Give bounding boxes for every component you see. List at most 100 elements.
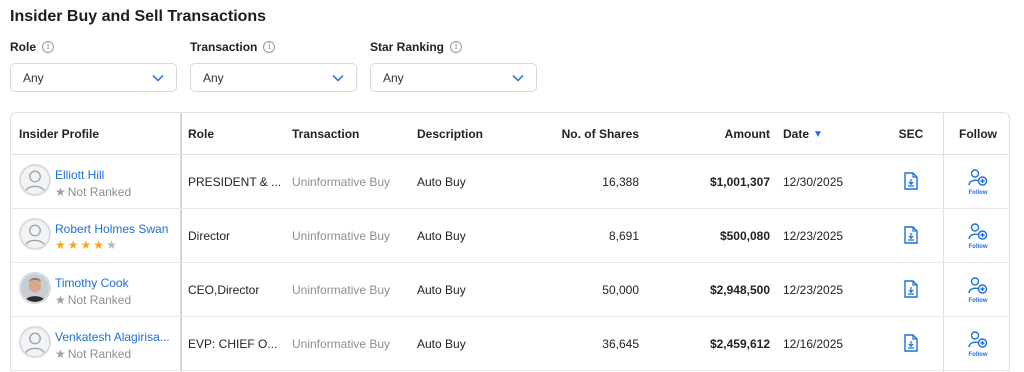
header-description[interactable]: Description <box>417 113 517 155</box>
star-icon: ★ <box>55 185 66 199</box>
role-cell: EVP: CHIEF O... <box>188 337 278 351</box>
add-user-icon <box>968 222 988 243</box>
insider-name-link[interactable]: Venkatesh Alagirisa... <box>55 330 170 344</box>
star-ranking-select-value: Any <box>383 70 404 85</box>
description-cell: Auto Buy <box>417 337 466 351</box>
insider-name-link[interactable]: Timothy Cook <box>55 276 129 290</box>
transaction-cell: Uninformative Buy <box>292 175 391 189</box>
transaction-filter: Transaction i Any <box>190 40 357 92</box>
star-icon: ★ <box>80 238 92 252</box>
role-select[interactable]: Any <box>10 63 177 92</box>
amount-cell: $500,080 <box>719 229 770 243</box>
follow-button[interactable]: Follow <box>945 317 1009 371</box>
star-icon: ★ <box>55 293 66 307</box>
header-date-label: Date <box>783 127 810 141</box>
date-cell: 12/30/2025 <box>783 175 844 189</box>
description-cell: Auto Buy <box>417 175 466 189</box>
header-insider-profile: Insider Profile <box>19 127 100 141</box>
add-user-icon <box>968 168 988 189</box>
role-select-value: Any <box>23 70 44 85</box>
header-transaction[interactable]: Transaction <box>292 113 402 155</box>
follow-label: Follow <box>968 352 988 358</box>
table-row: Robert Holmes Swan ★ ★ ★ ★ ★ Director Uninforma… <box>11 209 1009 263</box>
follow-label: Follow <box>968 190 988 196</box>
sec-filing-button[interactable] <box>881 317 941 371</box>
role-filter: Role i Any <box>10 40 177 92</box>
add-user-icon <box>968 276 988 297</box>
star-icon: ★ <box>93 238 105 252</box>
star-ranking-select[interactable]: Any <box>370 63 537 92</box>
rank-text: Not Ranked <box>67 347 132 361</box>
amount-cell: $2,948,500 <box>709 283 770 297</box>
avatar[interactable] <box>19 326 51 358</box>
document-download-icon <box>904 333 918 355</box>
avatar[interactable] <box>19 164 51 196</box>
info-icon[interactable]: i <box>450 41 463 53</box>
star-ranking: ★ Not Ranked <box>55 347 131 361</box>
avatar[interactable] <box>19 272 51 304</box>
chevron-down-icon <box>512 74 524 82</box>
page-title: Insider Buy and Sell Transactions <box>10 8 267 25</box>
role-cell: Director <box>188 229 231 243</box>
info-icon[interactable]: i <box>42 41 55 53</box>
shares-cell: 16,388 <box>602 175 639 189</box>
header-sec: SEC <box>898 127 924 141</box>
transaction-select-value: Any <box>203 70 224 85</box>
transaction-select[interactable]: Any <box>190 63 357 92</box>
transaction-cell: Uninformative Buy <box>292 337 391 351</box>
table-row: Timothy Cook ★ Not Ranked CEO,Director Uninf… <box>11 263 1009 317</box>
amount-cell: $2,459,612 <box>709 337 770 351</box>
sec-filing-button[interactable] <box>881 209 941 263</box>
star-ranking: ★ Not Ranked <box>55 293 131 307</box>
star-ranking-filter-label: Star Ranking <box>370 40 445 54</box>
sec-filing-button[interactable] <box>881 155 941 209</box>
date-cell: 12/23/2025 <box>783 283 844 297</box>
star-icon: ★ <box>106 238 117 252</box>
header-shares[interactable]: No. of Shares <box>531 113 639 155</box>
shares-cell: 36,645 <box>602 337 639 351</box>
table-header: Insider Profile Role Transaction Descrip… <box>11 113 1009 155</box>
avatar[interactable] <box>19 218 51 250</box>
document-download-icon <box>904 225 918 247</box>
follow-button[interactable]: Follow <box>945 155 1009 209</box>
follow-button[interactable]: Follow <box>945 263 1009 317</box>
header-follow: Follow <box>959 127 997 141</box>
header-role[interactable]: Role <box>188 113 278 155</box>
star-icon: ★ <box>55 238 66 252</box>
star-icon: ★ <box>67 238 79 252</box>
role-cell: CEO,Director <box>188 283 260 297</box>
star-ranking-filter: Star Ranking i Any <box>370 40 537 92</box>
follow-button[interactable]: Follow <box>945 209 1009 263</box>
table-row: Elliott Hill ★ Not Ranked PRESIDENT & ... Un… <box>11 155 1009 209</box>
rank-text: Not Ranked <box>67 293 132 307</box>
sort-desc-icon: ▼ <box>813 128 823 140</box>
transactions-table: Insider Profile Role Transaction Descrip… <box>10 112 1010 372</box>
insider-name-link[interactable]: Elliott Hill <box>55 168 104 182</box>
transaction-cell: Uninformative Buy <box>292 229 391 243</box>
role-cell: PRESIDENT & ... <box>188 175 282 189</box>
header-amount[interactable]: Amount <box>661 113 770 155</box>
chevron-down-icon <box>332 74 344 82</box>
document-download-icon <box>904 171 918 193</box>
star-ranking: ★ ★ ★ ★ ★ <box>55 239 117 251</box>
role-filter-label: Role <box>10 40 37 54</box>
rank-text: Not Ranked <box>67 185 132 199</box>
table-row: Venkatesh Alagirisa... ★ Not Ranked EVP: CH… <box>11 317 1009 371</box>
date-cell: 12/16/2025 <box>783 337 844 351</box>
add-user-icon <box>968 330 988 351</box>
transaction-filter-label: Transaction <box>190 40 258 54</box>
insider-name-link[interactable]: Robert Holmes Swan <box>55 222 168 236</box>
description-cell: Auto Buy <box>417 283 466 297</box>
transaction-cell: Uninformative Buy <box>292 283 391 297</box>
star-icon: ★ <box>55 347 66 361</box>
date-cell: 12/23/2025 <box>783 229 844 243</box>
sec-filing-button[interactable] <box>881 263 941 317</box>
description-cell: Auto Buy <box>417 229 466 243</box>
info-icon[interactable]: i <box>263 41 276 53</box>
follow-label: Follow <box>968 298 988 304</box>
header-date[interactable]: Date ▼ <box>783 113 863 155</box>
follow-label: Follow <box>968 244 988 250</box>
shares-cell: 50,000 <box>602 283 639 297</box>
star-ranking: ★ Not Ranked <box>55 185 131 199</box>
document-download-icon <box>904 279 918 301</box>
